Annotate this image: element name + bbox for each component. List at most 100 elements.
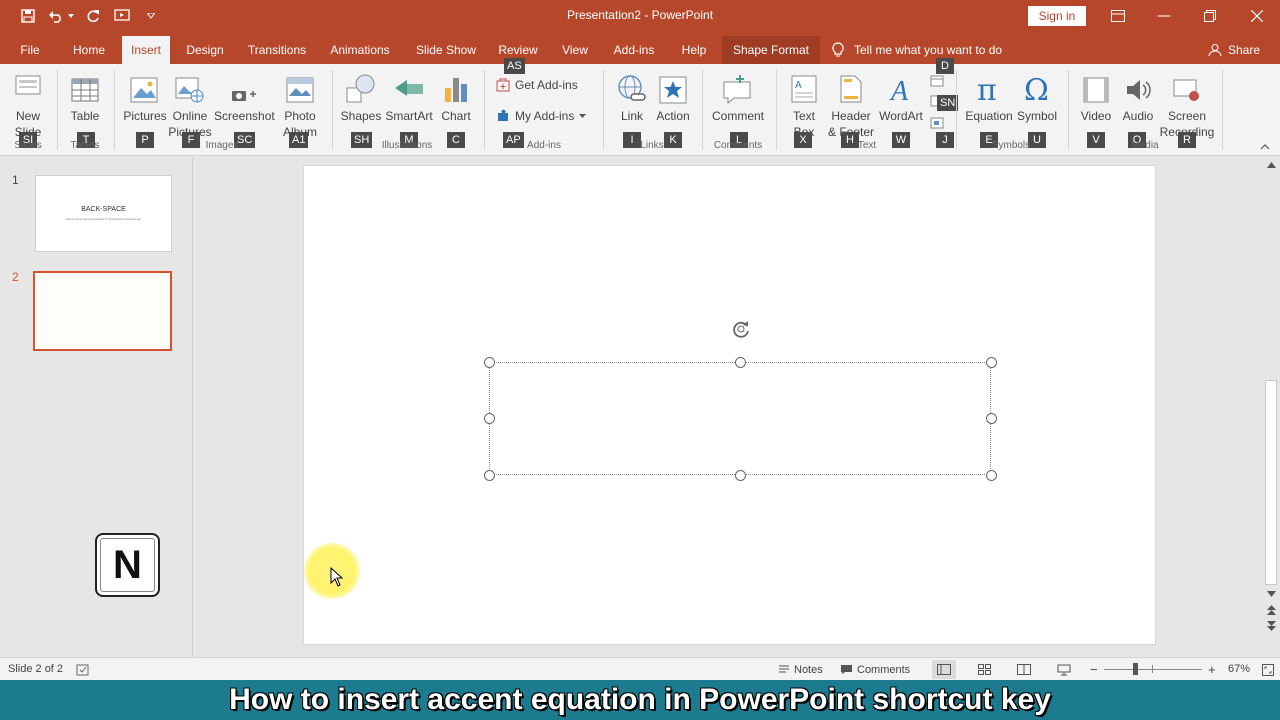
shapes-button[interactable]: Shapes [338, 70, 384, 124]
equation-button[interactable]: π Equation [962, 70, 1016, 124]
smartart-button[interactable]: SmartArt [384, 70, 434, 124]
comment-label: Comment [711, 109, 764, 123]
thumbnail-title: BACK-SPACE [81, 206, 126, 213]
date-time-icon[interactable] [930, 74, 944, 92]
start-from-beginning-icon[interactable] [111, 6, 133, 26]
group-divider [57, 70, 58, 150]
slide-sorter-view-icon[interactable] [972, 660, 996, 679]
lightbulb-icon [832, 42, 844, 57]
resize-handle[interactable] [484, 470, 495, 481]
photo-album-button[interactable]: Photo Album [276, 70, 324, 140]
customize-qat-icon[interactable] [140, 6, 162, 26]
next-slide-icon[interactable] [1264, 621, 1278, 633]
resize-handle[interactable] [986, 357, 997, 368]
link-button[interactable]: Link [610, 70, 654, 124]
table-button[interactable]: Table [62, 70, 108, 124]
slide-thumbnail-2[interactable] [33, 271, 172, 351]
selected-text-box[interactable] [489, 362, 991, 475]
tab-home[interactable]: Home [64, 36, 114, 64]
zoom-in-button[interactable]: + [1208, 661, 1216, 678]
text-box-button[interactable]: A Text Box [782, 70, 826, 140]
scroll-down-icon[interactable] [1264, 589, 1278, 599]
share-button[interactable]: Share [1208, 36, 1260, 64]
sign-in-button[interactable]: Sign in [1028, 6, 1086, 26]
group-divider [114, 70, 115, 150]
chart-button[interactable]: Chart [436, 70, 476, 124]
tell-me-label: Tell me what you want to do [854, 43, 1003, 57]
zoom-out-button[interactable]: − [1090, 661, 1098, 678]
ribbon-tabs: File Home Insert Design Transitions Anim… [0, 32, 1280, 64]
zoom-slider-thumb[interactable] [1133, 663, 1138, 675]
group-divider [484, 70, 485, 150]
tab-view[interactable]: View [554, 36, 596, 64]
notes-label: Notes [794, 663, 823, 676]
tab-animations[interactable]: Animations [324, 36, 396, 64]
window-title: Presentation2 - PowerPoint [566, 8, 714, 22]
save-icon[interactable] [17, 6, 39, 26]
tab-help[interactable]: Help [674, 36, 714, 64]
tell-me-search[interactable]: Tell me what you want to do [832, 36, 1002, 64]
undo-dropdown-icon[interactable] [64, 6, 78, 26]
tab-shape-format[interactable]: Shape Format [722, 36, 820, 64]
slide-show-view-icon[interactable] [1052, 660, 1076, 679]
comments-icon [841, 665, 852, 674]
tab-design[interactable]: Design [178, 36, 232, 64]
resize-handle[interactable] [484, 357, 495, 368]
ribbon-display-options-icon[interactable] [1095, 0, 1141, 32]
chart-label: Chart [441, 109, 471, 123]
tab-slide-show[interactable]: Slide Show [408, 36, 484, 64]
chart-icon [436, 70, 476, 104]
collapse-ribbon-icon[interactable] [1260, 142, 1270, 153]
my-addins-button[interactable]: My Add-ins [496, 109, 587, 123]
normal-view-icon[interactable] [932, 660, 956, 679]
group-addins-label: Add-ins [527, 140, 561, 151]
wordart-button[interactable]: A WordArt [876, 70, 926, 124]
pi-icon: π [962, 70, 1016, 104]
table-label: Table [70, 109, 100, 123]
restore-icon[interactable] [1187, 0, 1233, 32]
screenshot-button[interactable]: Screenshot [214, 70, 275, 124]
resize-handle[interactable] [735, 470, 746, 481]
comment-button[interactable]: Comment [708, 70, 768, 124]
symbol-button[interactable]: Ω Symbol [1014, 70, 1060, 124]
spell-check-icon[interactable] [76, 661, 90, 678]
resize-handle[interactable] [484, 413, 495, 424]
video-button[interactable]: Video [1074, 70, 1118, 124]
tab-transitions[interactable]: Transitions [242, 36, 312, 64]
resize-handle[interactable] [735, 357, 746, 368]
video-label: Video [1080, 109, 1112, 123]
resize-handle[interactable] [986, 470, 997, 481]
header-footer-button[interactable]: Header & Footer [824, 70, 878, 140]
get-addins-button[interactable]: Get Add-ins [496, 78, 578, 92]
tab-file[interactable]: File [10, 36, 50, 64]
zoom-slider[interactable] [1104, 669, 1202, 670]
minimize-icon[interactable] [1141, 0, 1187, 32]
previous-slide-icon[interactable] [1264, 605, 1278, 617]
resize-handle[interactable] [986, 413, 997, 424]
group-divider [332, 70, 333, 150]
tab-add-ins[interactable]: Add-ins [606, 36, 662, 64]
reading-view-icon[interactable] [1012, 660, 1036, 679]
tab-insert[interactable]: Insert [122, 36, 170, 64]
close-icon[interactable] [1234, 0, 1280, 32]
scrollbar-thumb[interactable] [1265, 380, 1277, 585]
online-pictures-button[interactable]: Online Pictures [168, 70, 212, 140]
link-label: Link [620, 109, 643, 123]
rotate-handle-icon[interactable] [730, 318, 752, 340]
redo-icon[interactable] [82, 6, 104, 26]
slide-thumbnail-1[interactable]: BACK-SPACE How to insert accent equation… [35, 175, 172, 252]
action-button[interactable]: Action [652, 70, 694, 124]
action-star-icon [652, 70, 694, 104]
zoom-percent[interactable]: 67% [1228, 663, 1250, 675]
slide-number: 1 [12, 173, 19, 187]
new-slide-button[interactable]: New Slide [5, 70, 51, 140]
notes-button[interactable]: Notes [778, 661, 823, 678]
group-comments-label: Comments [713, 140, 763, 151]
fit-slide-icon[interactable] [1262, 661, 1274, 678]
screen-recording-button[interactable]: Screen Recording [1158, 70, 1216, 140]
audio-button[interactable]: Audio [1116, 70, 1160, 124]
pictures-button[interactable]: Pictures [120, 70, 170, 124]
comments-button[interactable]: Comments [840, 661, 910, 678]
slide-count: Slide 2 of 2 [8, 663, 64, 675]
scroll-up-icon[interactable] [1264, 160, 1278, 170]
